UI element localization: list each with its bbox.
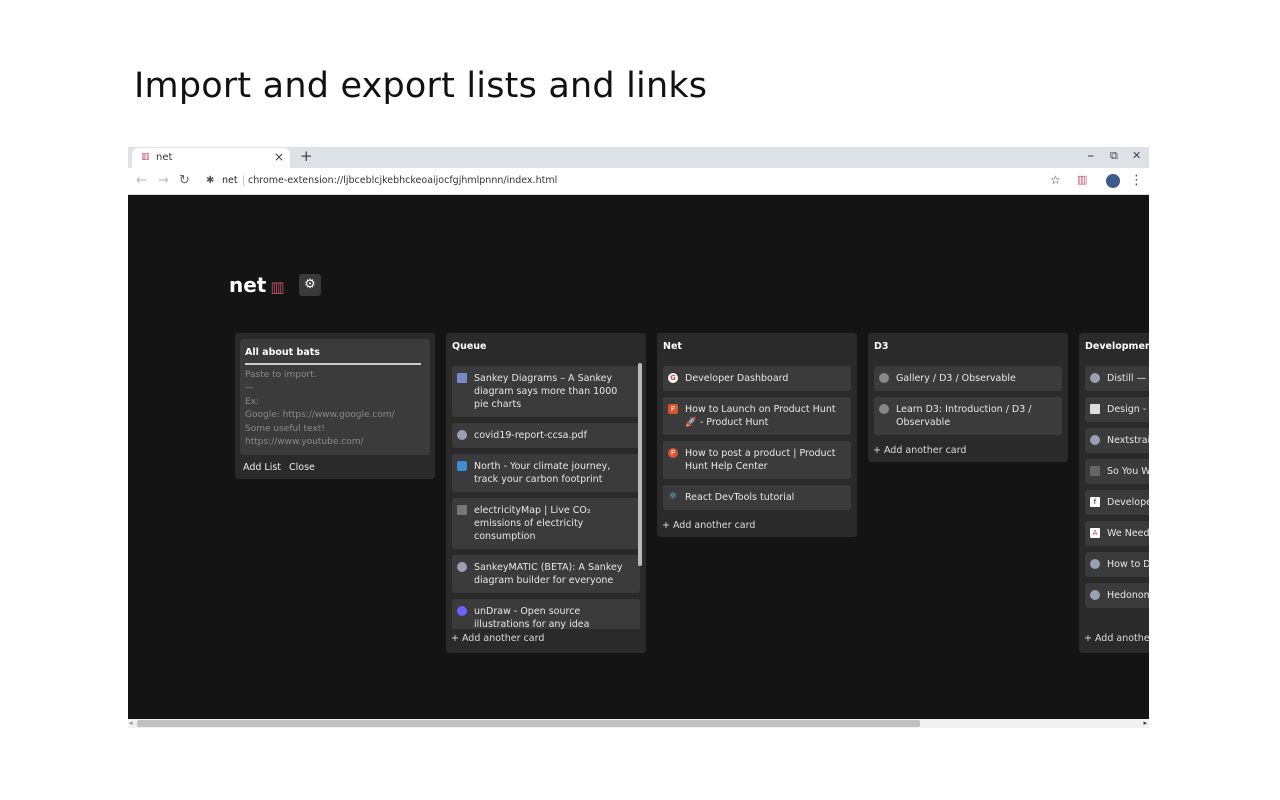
list-development: Development Distill — La machine le Desi… <box>1079 333 1149 653</box>
tab-bar: ▥ net × + ⎯ ⧉ ✕ <box>128 147 1149 168</box>
react-icon: ⚛ <box>668 491 678 502</box>
card-favicon-icon <box>457 505 467 515</box>
card[interactable]: fDeveloper <box>1085 490 1149 515</box>
card[interactable]: P How to Launch on Product Hunt 🚀 - Produ… <box>663 397 851 435</box>
tab-close-icon[interactable]: × <box>274 150 284 164</box>
card-favicon-icon: A <box>1090 528 1100 538</box>
menu-icon[interactable]: ⋮ <box>1130 173 1143 188</box>
card-favicon-icon <box>457 606 467 616</box>
close-button[interactable]: Close <box>289 462 315 473</box>
card-favicon-icon <box>457 430 467 440</box>
card[interactable]: Nextstrain <box>1085 428 1149 453</box>
import-list-panel: All about bats Paste to import. — Ex: Go… <box>235 333 435 479</box>
grid-emoji-icon: ▥ <box>270 278 285 296</box>
card-container: Gallery / D3 / Observable Learn D3: Intr… <box>868 358 1068 435</box>
card[interactable]: Distill — La machine le <box>1085 366 1149 391</box>
list-title: Development <box>1085 341 1149 352</box>
scrollbar-thumb[interactable] <box>137 720 920 727</box>
add-card-button[interactable]: + Add another c <box>1079 629 1149 652</box>
app-title-text: net <box>229 273 267 297</box>
card[interactable]: Gallery / D3 / Observable <box>874 366 1062 391</box>
forward-icon[interactable]: → <box>158 173 169 188</box>
card-favicon-icon <box>457 373 467 383</box>
list-scrollbar[interactable] <box>638 363 642 566</box>
observable-icon <box>879 404 889 414</box>
card[interactable]: G Developer Dashboard <box>663 366 851 391</box>
slide-title: Import and export lists and links <box>134 66 708 106</box>
scroll-left-icon[interactable]: ◂ <box>129 719 133 727</box>
card-favicon-icon: f <box>1090 497 1100 507</box>
divider: | <box>242 175 246 186</box>
extension-page: net ▥ ⚙ All about bats Paste to import. —… <box>128 195 1149 719</box>
product-hunt-icon: P <box>668 448 678 458</box>
add-card-button[interactable]: + Add another card <box>446 629 646 652</box>
product-hunt-icon: P <box>668 404 678 414</box>
card-container: Distill — La machine le Design - Ma Next… <box>1079 358 1149 629</box>
card[interactable]: Design - Ma <box>1085 397 1149 422</box>
address-bar[interactable]: ✱ net | chrome-extension://ljbceblcjkebh… <box>202 171 1072 191</box>
profile-avatar[interactable] <box>1106 174 1120 188</box>
grid-favicon-icon: ▥ <box>141 152 150 162</box>
card[interactable]: So You Wa Susan Fow <box>1085 459 1149 484</box>
card[interactable]: North - Your climate journey, track your… <box>452 454 640 492</box>
card-favicon-icon <box>457 562 467 572</box>
card-favicon-icon <box>1090 373 1100 383</box>
card[interactable]: How to Do <box>1085 552 1149 577</box>
list-title: D3 <box>874 341 889 352</box>
extension-name: net <box>222 175 238 186</box>
observable-icon <box>879 373 889 383</box>
browser-window: ▥ net × + ⎯ ⧉ ✕ ← → ↻ ✱ net | chrome-ext… <box>128 147 1149 728</box>
back-icon[interactable]: ← <box>136 173 147 188</box>
google-icon: G <box>668 373 678 383</box>
new-tab-button[interactable]: + <box>300 147 313 165</box>
card-favicon-icon <box>1090 404 1100 414</box>
scroll-right-icon[interactable]: ▸ <box>1143 719 1147 727</box>
card[interactable]: Sankey Diagrams – A Sankey diagram says … <box>452 366 640 417</box>
minimize-icon[interactable]: ⎯ <box>1088 149 1094 163</box>
horizontal-scrollbar[interactable]: ◂ ▸ <box>128 719 1149 728</box>
card-favicon-icon <box>1090 590 1100 600</box>
list-queue: Queue Sankey Diagrams – A Sankey diagram… <box>446 333 646 653</box>
app-title: net ▥ <box>229 273 285 297</box>
card[interactable]: AWe Need a - The Atlan <box>1085 521 1149 546</box>
card[interactable]: SankeyMATIC (BETA): A Sankey diagram bui… <box>452 555 640 593</box>
list-d3: D3 Gallery / D3 / Observable Learn D3: I… <box>868 333 1068 462</box>
import-placeholder: Paste to import. — Ex: Google: https://w… <box>245 370 395 448</box>
card[interactable]: electricityMap | Live CO₂ emissions of e… <box>452 498 640 549</box>
extension-icon[interactable]: ▥ <box>1077 173 1087 186</box>
bookmark-star-icon[interactable]: ☆ <box>1050 173 1061 187</box>
add-card-button[interactable]: + Add another card <box>868 441 1068 462</box>
url-text[interactable]: chrome-extension://ljbceblcjkebhckeoaijo… <box>248 171 557 191</box>
add-list-button[interactable]: Add List <box>243 462 281 473</box>
list-title: Net <box>663 341 682 352</box>
window-close-icon[interactable]: ✕ <box>1132 149 1141 162</box>
settings-gear-button[interactable]: ⚙ <box>299 274 321 296</box>
card[interactable]: Hedonome <box>1085 583 1149 608</box>
restore-icon[interactable]: ⧉ <box>1110 149 1118 163</box>
add-card-button[interactable]: + Add another card <box>657 516 857 537</box>
card-favicon-icon <box>1090 435 1100 445</box>
puzzle-icon: ✱ <box>206 175 215 186</box>
card[interactable]: Learn D3: Introduction / D3 / Observable <box>874 397 1062 435</box>
list-title: Queue <box>452 341 487 352</box>
tab-title: net <box>156 152 173 163</box>
card[interactable]: unDraw - Open source illustrations for a… <box>452 599 640 629</box>
browser-tab[interactable]: ▥ net × <box>132 148 290 168</box>
reload-icon[interactable]: ↻ <box>179 173 190 188</box>
card-favicon-icon <box>457 461 467 471</box>
browser-toolbar: ← → ↻ ✱ net | chrome-extension://ljbcebl… <box>128 168 1149 195</box>
card-container: G Developer Dashboard P How to Launch on P… <box>657 358 857 510</box>
card[interactable]: ⚛ React DevTools tutorial <box>663 485 851 510</box>
list-net: Net G Developer Dashboard P How to Launch … <box>657 333 857 537</box>
card-container: Sankey Diagrams – A Sankey diagram says … <box>446 358 646 629</box>
card-favicon-icon <box>1090 466 1100 476</box>
list-name-input[interactable]: All about bats <box>245 347 421 365</box>
card[interactable]: covid19-report-ccsa.pdf <box>452 423 640 448</box>
card[interactable]: P How to post a product | Product Hunt He… <box>663 441 851 479</box>
card-favicon-icon <box>1090 559 1100 569</box>
